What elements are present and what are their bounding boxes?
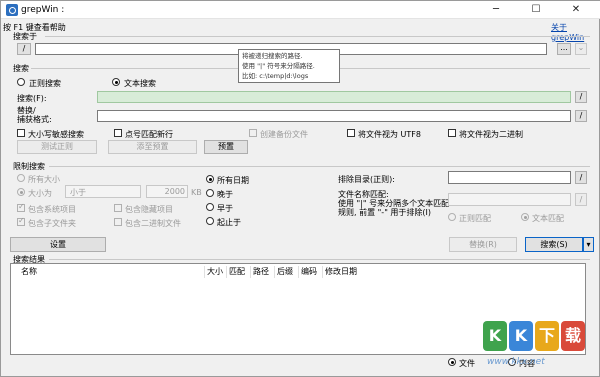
text-search-label: 文本搜索 <box>124 79 156 88</box>
search-for-label: 搜索(F): <box>17 94 47 103</box>
tooltip-line: 将被递归搜索的路径. <box>242 52 303 60</box>
capture-format-label: 捕获格式: <box>17 115 52 124</box>
include-hidden-checkbox[interactable] <box>114 204 122 212</box>
title-bar: grepWin : ─ ☐ ✕ <box>1 1 600 19</box>
binary-label: 将文件视为二进制 <box>459 130 523 139</box>
watermark-logo: K K 下 载 www.kkx.net <box>479 321 589 369</box>
file-match-input[interactable] <box>448 193 571 206</box>
regex-search-radio[interactable] <box>17 78 25 86</box>
older-radio[interactable] <box>206 203 214 211</box>
limit-group-label: 限制搜索 <box>13 162 45 171</box>
divider <box>49 166 590 167</box>
column-header-encoding[interactable]: 编码 <box>299 266 323 278</box>
utf8-checkbox[interactable] <box>347 129 355 137</box>
between-radio[interactable] <box>206 217 214 225</box>
include-binary-label: 包含二进制文件 <box>125 219 181 228</box>
backup-checkbox[interactable] <box>249 129 257 137</box>
exclude-dirs-label: 排除目录(正则): <box>338 175 395 184</box>
file-match-hint-2: 规则, 前置 "-" 用于排除(I) <box>338 208 432 217</box>
grepwin-window: grepWin : ─ ☐ ✕ 按 F1 键查看帮助 关于 grepWin 搜索… <box>0 0 600 377</box>
file-regex-label: 正则匹配 <box>459 214 491 223</box>
include-system-label: 包含系统项目 <box>28 205 76 214</box>
file-match-slash-button[interactable]: / <box>575 193 587 206</box>
column-header-size[interactable]: 大小 <box>205 266 227 278</box>
browse-button[interactable]: ... <box>557 43 571 55</box>
search-group-label: 搜索 <box>13 64 29 73</box>
search-button[interactable]: 搜索(S) <box>525 237 583 252</box>
watermark-url: www.kkx.net <box>487 357 545 367</box>
binary-checkbox[interactable] <box>448 129 456 137</box>
older-label: 早于 <box>217 204 233 213</box>
close-button[interactable]: ✕ <box>561 1 591 19</box>
size-is-label: 大小为 <box>28 189 52 198</box>
all-dates-radio[interactable] <box>206 175 214 183</box>
column-header-modified[interactable]: 修改日期 <box>323 266 383 278</box>
newer-radio[interactable] <box>206 189 214 197</box>
dot-newline-checkbox[interactable] <box>114 129 122 137</box>
path-slash-button[interactable]: / <box>17 43 31 55</box>
replace-button[interactable]: 替换(R) <box>449 237 517 252</box>
window-title: grepWin : <box>21 5 65 15</box>
include-subfolders-label: 包含子文件夹 <box>28 219 76 228</box>
test-regex-button[interactable]: 测试正则 <box>17 140 97 154</box>
search-for-input[interactable] <box>97 91 571 103</box>
all-sizes-label: 所有大小 <box>28 175 60 184</box>
backup-label: 创建备份文件 <box>260 130 308 139</box>
file-text-radio[interactable] <box>521 213 529 221</box>
divider <box>45 36 590 37</box>
about-link[interactable]: 关于 grepWin <box>551 22 599 42</box>
search-for-slash-button[interactable]: / <box>575 91 587 103</box>
exclude-dirs-slash-button[interactable]: / <box>575 171 587 184</box>
all-dates-label: 所有日期 <box>217 176 249 185</box>
column-header-path[interactable]: 路径 <box>251 266 275 278</box>
dot-newline-label: 点号匹配新行 <box>125 130 173 139</box>
include-hidden-label: 包含隐藏项目 <box>125 205 173 214</box>
search-in-label: 搜索于 <box>13 32 37 41</box>
column-header-ext[interactable]: 后缀 <box>275 266 299 278</box>
settings-button[interactable]: 设置 <box>10 237 106 252</box>
size-operator-value: 小于 <box>70 188 86 197</box>
watermark-letter: 下 <box>535 321 559 351</box>
case-sensitive-label: 大小写敏感搜索 <box>28 130 84 139</box>
divider <box>49 259 590 260</box>
watermark-letter: 载 <box>561 321 585 351</box>
tooltip-line: 使用 "|" 符号来分隔路径. <box>242 62 315 70</box>
size-value-input[interactable]: 2000 <box>146 185 188 198</box>
search-path-tooltip: 将被递归搜索的路径. 使用 "|" 符号来分隔路径. 比如: c:\temp|d… <box>238 49 340 83</box>
size-is-radio[interactable] <box>17 188 25 196</box>
regex-search-label: 正则搜索 <box>29 79 61 88</box>
minimize-button[interactable]: ─ <box>481 1 511 19</box>
all-sizes-radio[interactable] <box>17 174 25 182</box>
presets-button[interactable]: 预置 <box>204 140 248 154</box>
between-label: 起止于 <box>217 218 241 227</box>
column-header-matches[interactable]: 匹配 <box>227 266 251 278</box>
search-options-dropdown[interactable]: ▾ <box>583 237 594 252</box>
watermark-letter: K <box>509 321 533 351</box>
add-preset-button[interactable]: 添至预置 <box>108 140 197 154</box>
watermark-letter: K <box>483 321 507 351</box>
tooltip-line: 比如: c:\temp|d:\logs <box>242 72 309 80</box>
include-subfolders-checkbox[interactable] <box>17 216 25 226</box>
include-system-checkbox[interactable] <box>17 202 25 212</box>
replace-input[interactable] <box>97 110 571 122</box>
include-binary-checkbox[interactable] <box>114 218 122 226</box>
size-value: 2000 <box>164 187 185 196</box>
size-unit-label: KB <box>191 188 202 197</box>
text-search-radio[interactable] <box>112 78 120 86</box>
path-history-dropdown[interactable]: ⌄ <box>575 43 587 55</box>
app-icon <box>6 4 18 16</box>
replace-slash-button[interactable]: / <box>575 110 587 122</box>
size-operator-select[interactable]: 小于 <box>65 185 141 198</box>
maximize-button[interactable]: ☐ <box>521 1 551 19</box>
show-files-radio[interactable] <box>448 358 456 366</box>
show-files-label: 文件 <box>459 359 475 368</box>
case-sensitive-checkbox[interactable] <box>17 129 25 137</box>
column-header-name[interactable]: 名称 <box>19 266 205 278</box>
utf8-label: 将文件视为 UTF8 <box>358 130 421 139</box>
file-regex-radio[interactable] <box>448 213 456 221</box>
file-text-label: 文本匹配 <box>532 214 564 223</box>
newer-label: 晚于 <box>217 190 233 199</box>
exclude-dirs-input[interactable] <box>448 171 571 184</box>
